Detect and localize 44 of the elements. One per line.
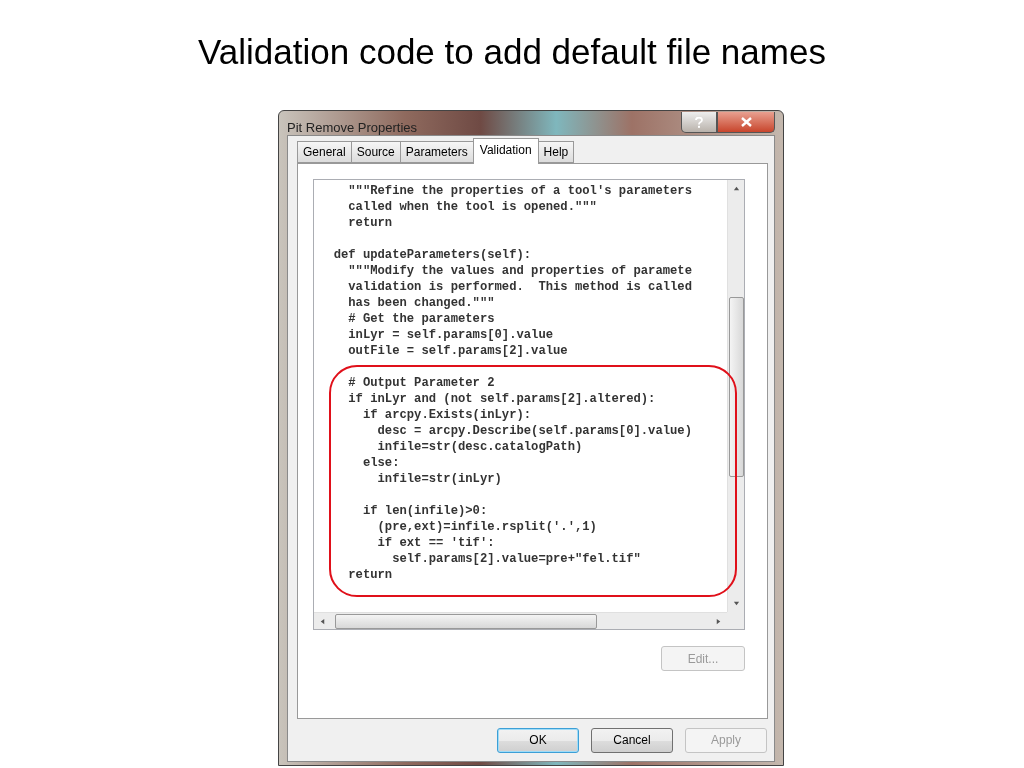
code-line: else:: [361, 455, 401, 471]
dialog-button[interactable]: Cancel: [591, 727, 673, 753]
code-line: # Get the parameters: [347, 311, 496, 327]
scroll-down-icon[interactable]: [732, 600, 740, 607]
code-line: validation is performed. This method is called: [347, 279, 693, 295]
scroll-thumb[interactable]: [335, 613, 597, 629]
code-line: desc = arcpy.Describe(self.params[0].value): [376, 423, 693, 439]
code-line: """Modify the values and properties of paramete: [347, 263, 693, 279]
help-button[interactable]: [681, 112, 717, 133]
scroll-left-icon[interactable]: [319, 617, 326, 625]
scroll-up-icon[interactable]: [732, 185, 740, 192]
dialog-button[interactable]: OK: [497, 727, 579, 753]
tab[interactable]: General: [297, 141, 352, 163]
horizontal-scrollbar[interactable]: [314, 612, 727, 629]
code-line: if arcpy.Exists(inLyr):: [361, 407, 533, 423]
slide-title: Validation code to add default file names: [198, 31, 826, 73]
code-line: infile=str(desc.catalogPath): [376, 439, 584, 455]
window-title: Pit Remove Properties: [287, 120, 418, 135]
tab[interactable]: Source: [350, 141, 401, 163]
code-line: has been changed.""": [347, 295, 496, 311]
code-line: outFile = self.params[2].value: [347, 343, 569, 359]
code-line: return: [347, 567, 394, 583]
tab[interactable]: Help: [537, 141, 575, 163]
tab[interactable]: Parameters: [399, 141, 474, 163]
code-line: if ext == 'tif':: [376, 535, 496, 551]
code-line: # Output Parameter 2: [347, 375, 496, 391]
tab[interactable]: Validation: [472, 138, 539, 164]
code-line: if len(infile)>0:: [361, 503, 489, 519]
code-line: """Refine the properties of a tool's parameters: [347, 183, 693, 199]
code-line: called when the tool is opened.""": [347, 199, 598, 215]
close-button[interactable]: [717, 112, 775, 133]
question-icon: [695, 116, 703, 128]
code-editor[interactable]: [313, 179, 745, 630]
code-line: return: [347, 215, 394, 231]
code-line: def updateParameters(self):: [332, 247, 533, 263]
scroll-thumb[interactable]: [728, 297, 744, 477]
vertical-scrollbar[interactable]: [727, 180, 744, 612]
close-icon: [740, 117, 752, 127]
scroll-right-icon[interactable]: [715, 617, 722, 625]
code-line: self.params[2].value=pre+"fel.tif": [391, 551, 642, 567]
code-line: (pre,ext)=infile.rsplit('.',1): [376, 519, 598, 535]
code-line: infile=str(inLyr): [376, 471, 503, 487]
code-line: if inLyr and (not self.params[2].altered):: [347, 391, 657, 407]
code-line: inLyr = self.params[0].value: [347, 327, 555, 343]
